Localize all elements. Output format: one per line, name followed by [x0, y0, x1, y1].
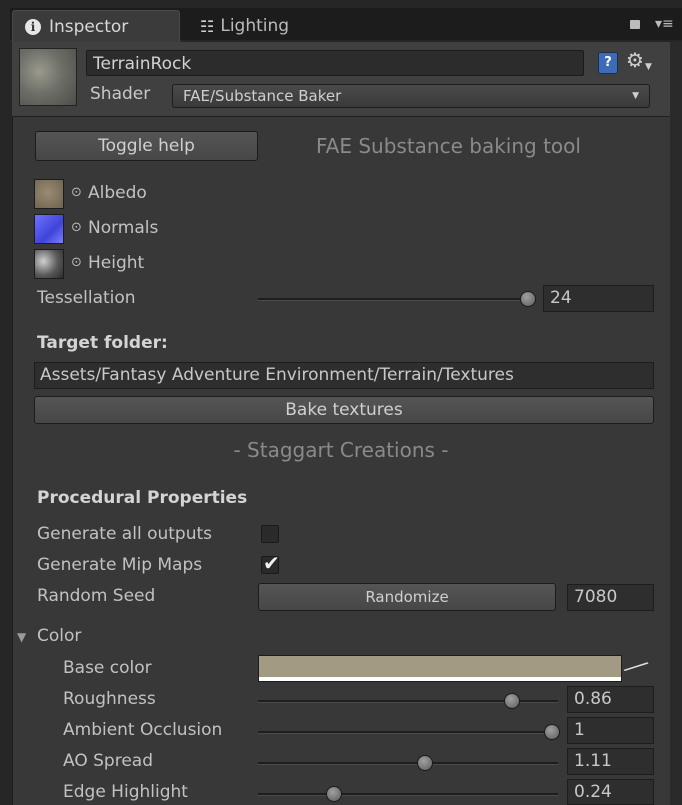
albedo-texture-slot[interactable] [34, 179, 64, 209]
random-seed-label: Random Seed [37, 586, 156, 606]
material-name-field[interactable]: TerrainRock [86, 50, 584, 76]
edge-highlight-field[interactable]: 0.24 [567, 779, 654, 805]
ambient-occlusion-slider-track[interactable] [258, 731, 558, 734]
gear-dropdown-icon[interactable]: ▼ [645, 62, 652, 72]
randomize-button[interactable]: Randomize [258, 583, 556, 611]
albedo-picker-icon[interactable]: ⊙ [71, 185, 82, 200]
base-color-alpha-bar [259, 677, 621, 681]
roughness-label: Roughness [63, 689, 156, 709]
height-texture-slot[interactable] [34, 249, 64, 279]
ao-spread-label: AO Spread [63, 751, 153, 771]
edge-highlight-slider-track[interactable] [258, 793, 558, 796]
chevron-down-icon: ▼ [632, 91, 639, 101]
tessellation-field[interactable]: 24 [543, 285, 654, 312]
normals-texture-slot[interactable] [34, 214, 64, 244]
normals-label: Normals [88, 218, 159, 238]
shader-label: Shader [90, 84, 151, 104]
target-folder-label: Target folder: [37, 333, 168, 353]
edge-highlight-label: Edge Highlight [63, 782, 188, 802]
roughness-field[interactable]: 0.86 [567, 686, 654, 713]
tessellation-slider-handle[interactable] [520, 291, 536, 307]
generate-all-outputs-label: Generate all outputs [37, 524, 212, 544]
generate-mip-maps-checkbox[interactable]: ✔ [261, 551, 280, 575]
generate-mip-maps-label: Generate Mip Maps [37, 555, 203, 575]
color-foldout-arrow-icon[interactable]: ▼ [17, 630, 26, 644]
height-picker-icon[interactable]: ⊙ [71, 255, 82, 270]
roughness-slider-handle[interactable] [504, 693, 520, 709]
albedo-label: Albedo [88, 183, 147, 203]
shader-dropdown[interactable]: FAE/Substance Baker ▼ [172, 84, 650, 108]
normals-picker-icon[interactable]: ⊙ [71, 220, 82, 235]
height-label: Height [88, 253, 145, 273]
base-color-label: Base color [63, 658, 152, 678]
help-book-icon[interactable]: ? [598, 52, 618, 74]
shader-value: FAE/Substance Baker [183, 87, 342, 105]
gear-icon[interactable]: ⚙ [626, 48, 644, 72]
color-section-title[interactable]: Color [37, 626, 81, 646]
bake-textures-button[interactable]: Bake textures [34, 396, 654, 424]
generate-all-outputs-checkbox[interactable] [261, 525, 279, 543]
ambient-occlusion-label: Ambient Occlusion [63, 720, 223, 740]
tab-inspector[interactable]: i Inspector [12, 10, 180, 43]
info-icon: i [25, 19, 41, 35]
ao-spread-slider-track[interactable] [258, 762, 558, 765]
sliders-icon: ☷ [200, 16, 215, 36]
random-seed-field[interactable]: 7080 [567, 584, 654, 611]
scrollbar[interactable] [670, 42, 682, 805]
ambient-occlusion-field[interactable]: 1 [567, 717, 654, 744]
tab-lighting[interactable]: ☷ Lighting [190, 10, 360, 42]
tab-lighting-label: Lighting [220, 16, 290, 36]
ao-spread-slider-handle[interactable] [417, 755, 433, 771]
target-folder-path[interactable]: Assets/Fantasy Adventure Environment/Ter… [34, 362, 654, 389]
edge-highlight-slider-handle[interactable] [326, 786, 342, 802]
toggle-help-button[interactable]: Toggle help [35, 131, 258, 161]
tab-inspector-label: Inspector [49, 17, 129, 37]
procedural-properties-title: Procedural Properties [37, 488, 248, 508]
checkmark-icon: ✔ [263, 551, 280, 575]
material-thumbnail [19, 48, 77, 106]
lock-icon[interactable] [630, 20, 640, 29]
ao-spread-field[interactable]: 1.11 [567, 748, 654, 775]
base-color-swatch[interactable] [258, 655, 622, 682]
ambient-occlusion-slider-handle[interactable] [544, 724, 560, 740]
menu-icon[interactable]: ▾≡ [655, 16, 674, 32]
tool-title: FAE Substance baking tool [316, 134, 581, 158]
credits-text: - Staggart Creations - [233, 438, 449, 462]
tessellation-label: Tessellation [37, 288, 136, 308]
tessellation-slider-track[interactable] [258, 298, 530, 301]
